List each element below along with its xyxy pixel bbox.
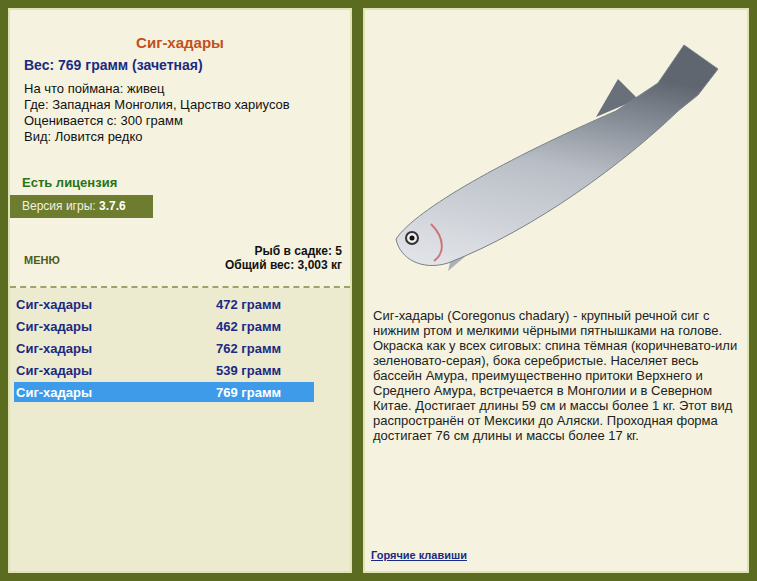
catch-row[interactable]: Сиг-хадары769 грамм [14,382,314,402]
hotkeys-link[interactable]: Горячие клавиши [371,549,747,561]
catch-row[interactable]: Сиг-хадары539 грамм [14,360,314,380]
menu-button[interactable]: МЕНЮ [24,254,60,266]
fish-detail: Где: Западная Монголия, Царство хариусов [24,97,350,113]
info-panel: Сиг-хадары (Coregonus chadary) - крупный… [363,8,749,573]
fish-picture [365,10,747,294]
catch-row[interactable]: Сиг-хадары762 грамм [14,338,314,358]
fish-picture-icon [386,39,726,279]
game-screen: Сиг-хадары Вес: 769 грамм (зачетная) На чт… [0,0,757,581]
fish-detail: На что поймана: живец [24,81,350,97]
menu-row: МЕНЮ Рыб в садке: 5Общий вес: 3,003 кг [24,244,342,272]
fish-weight: Вес: 769 грамм (зачетная) [24,57,350,73]
keepnet-summary: Рыб в садке: 5Общий вес: 3,003 кг [225,244,342,272]
catch-list: Сиг-хадары472 граммСиг-хадары462 граммСи… [10,288,350,571]
license-status: Есть лицензия [22,175,350,190]
fish-detail: Вид: Ловится редко [24,129,350,145]
fish-card: Сиг-хадары Вес: 769 грамм (зачетная) На чт… [10,10,350,288]
fish-description: Сиг-хадары (Coregonus chadary) - крупный… [365,294,747,443]
catch-row[interactable]: Сиг-хадары472 грамм [14,294,314,314]
catch-row[interactable]: Сиг-хадары462 грамм [14,316,314,336]
catch-panel: Сиг-хадары Вес: 769 грамм (зачетная) На чт… [8,8,352,573]
version-box: Версия игры: 3.7.6 [10,195,153,218]
fish-detail: Оценивается с: 300 грамм [24,113,350,129]
fish-title: Сиг-хадары [10,34,350,51]
